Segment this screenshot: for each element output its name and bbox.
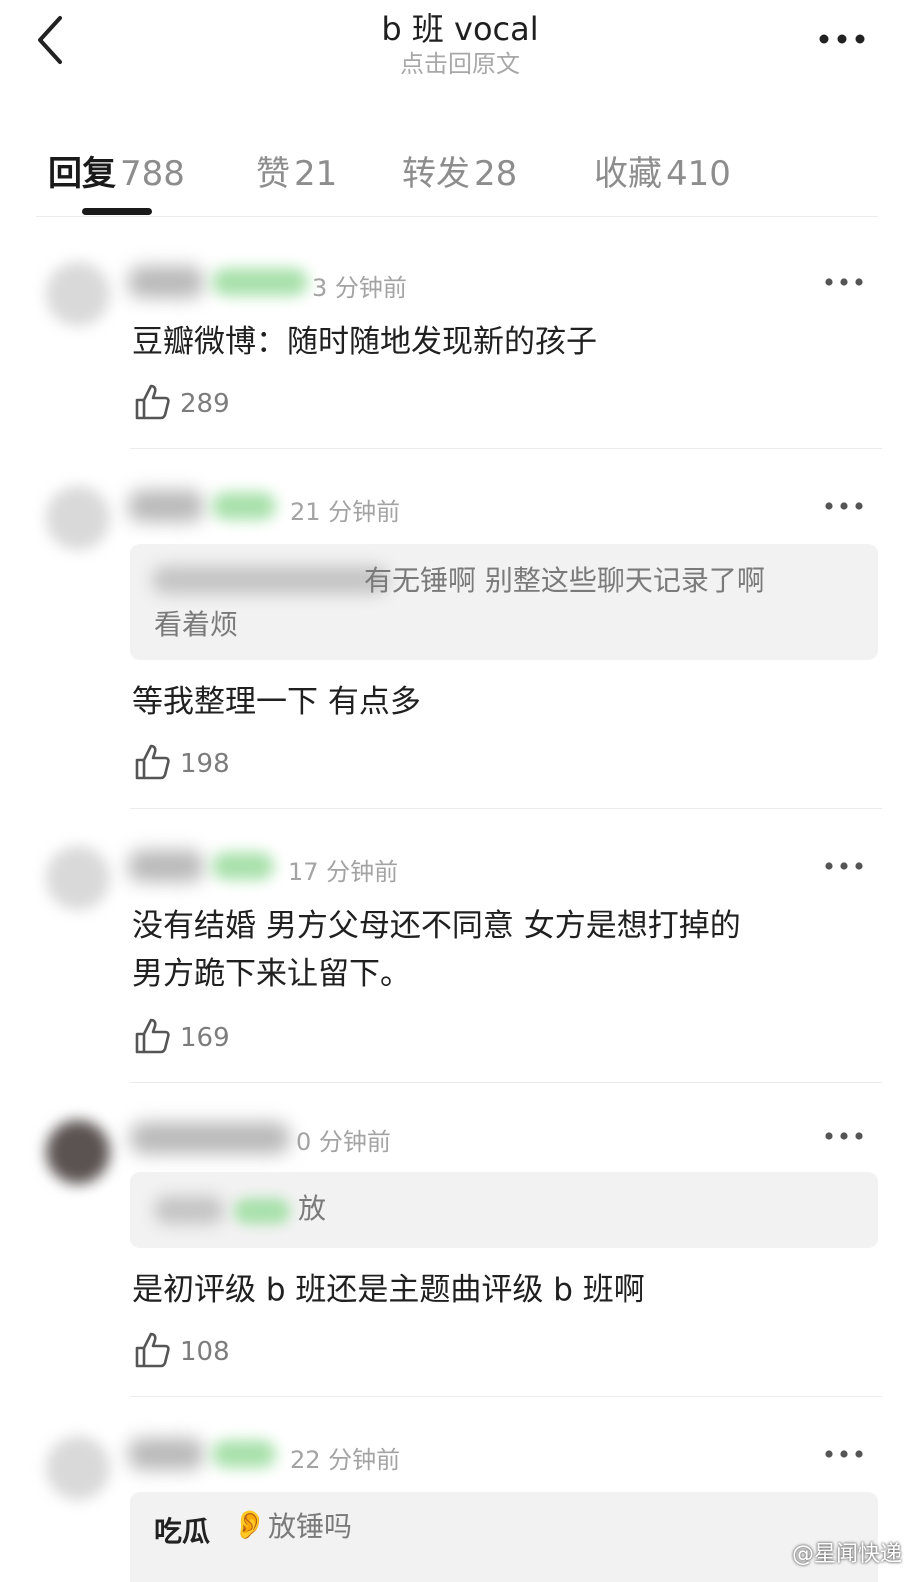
divider <box>36 216 878 217</box>
username-blurred[interactable] <box>128 1438 204 1470</box>
tab-count: 28 <box>474 154 518 194</box>
quoted-text: 放 <box>298 1192 327 1225</box>
user-badge-blurred <box>212 268 308 296</box>
quoted-username-blurred <box>152 566 388 594</box>
divider <box>130 1082 882 1083</box>
tab-count: 21 <box>294 154 338 194</box>
quoted-comment[interactable]: 有无锤啊 别整这些聊天记录了啊 看着烦 <box>130 544 878 660</box>
quoted-username-blurred <box>154 1196 224 1224</box>
thumbs-up-icon <box>134 1331 170 1373</box>
tab-favorites[interactable]: 收藏 410 <box>594 146 731 195</box>
like-button[interactable]: 108 <box>134 1332 230 1372</box>
thumbs-up-icon <box>134 743 170 785</box>
like-button[interactable]: 198 <box>134 744 230 784</box>
tab-label: 转发 <box>402 154 470 194</box>
tab-count: 410 <box>666 154 731 194</box>
thumbs-up-icon <box>134 1017 170 1059</box>
avatar[interactable] <box>46 262 110 326</box>
tab-label: 赞 <box>256 154 290 194</box>
avatar[interactable] <box>46 1120 110 1184</box>
like-count: 108 <box>180 1337 230 1367</box>
comment-text: 没有结婚 男方父母还不同意 女方是想打掉的 <box>132 908 741 944</box>
tab-label: 收藏 <box>594 154 662 194</box>
like-button[interactable]: 169 <box>134 1018 230 1058</box>
username-blurred[interactable] <box>128 490 204 522</box>
comment-text: 等我整理一下 有点多 <box>132 684 421 720</box>
watermark: @星闻快递 <box>791 1542 902 1567</box>
username-blurred[interactable] <box>128 266 204 298</box>
like-count: 198 <box>180 749 230 779</box>
more-icon[interactable] <box>822 1444 866 1464</box>
username-blurred[interactable] <box>128 850 204 882</box>
ear-emoji-icon: 👂 <box>232 1508 267 1541</box>
quoted-text: 有无锤啊 别整这些聊天记录了啊 <box>364 564 765 597</box>
active-tab-indicator <box>82 208 152 215</box>
user-badge-blurred <box>212 852 274 880</box>
quoted-comment[interactable]: 放 <box>130 1172 878 1248</box>
more-icon[interactable] <box>812 22 872 56</box>
comment-time: 21 分钟前 <box>290 498 401 526</box>
avatar[interactable] <box>46 486 110 550</box>
tab-label: 回复 <box>48 154 116 194</box>
avatar[interactable] <box>46 1436 110 1500</box>
more-icon[interactable] <box>822 856 866 876</box>
quoted-text: 看着烦 <box>154 608 239 641</box>
tab-count: 788 <box>120 154 185 194</box>
comment-time: 0 分钟前 <box>296 1128 391 1156</box>
comment-text: 豆瓣微博：随时随地发现新的孩子 <box>132 324 597 360</box>
comment-time: 22 分钟前 <box>290 1446 401 1474</box>
divider <box>130 1396 882 1397</box>
tab-replies[interactable]: 回复 788 <box>48 146 185 195</box>
quoted-badge-blurred <box>234 1198 290 1224</box>
username-blurred[interactable] <box>130 1122 290 1154</box>
more-icon[interactable] <box>822 272 866 292</box>
comment-text: 男方跪下来让留下。 <box>132 956 411 992</box>
tab-reposts[interactable]: 转发 28 <box>402 146 517 195</box>
quoted-comment[interactable]: 吃瓜 👂 放锤吗 <box>130 1492 878 1582</box>
comment-time: 3 分钟前 <box>312 274 407 302</box>
back-to-original-link[interactable]: 点击回原文 <box>0 44 920 79</box>
like-button[interactable]: 289 <box>134 384 230 424</box>
thumbs-up-icon <box>134 383 170 425</box>
tab-likes[interactable]: 赞 21 <box>256 146 337 195</box>
divider <box>130 808 882 809</box>
divider <box>130 448 882 449</box>
comment-time: 17 分钟前 <box>288 858 399 886</box>
user-badge-blurred <box>212 1440 276 1468</box>
quoted-username: 吃瓜 <box>154 1515 211 1548</box>
comment-text: 是初评级 b 班还是主题曲评级 b 班啊 <box>132 1272 645 1308</box>
more-icon[interactable] <box>822 1126 866 1146</box>
more-icon[interactable] <box>822 496 866 516</box>
like-count: 169 <box>180 1023 230 1053</box>
user-badge-blurred <box>212 492 276 520</box>
like-count: 289 <box>180 389 230 419</box>
quoted-text: 放锤吗 <box>268 1510 353 1543</box>
avatar[interactable] <box>46 846 110 910</box>
